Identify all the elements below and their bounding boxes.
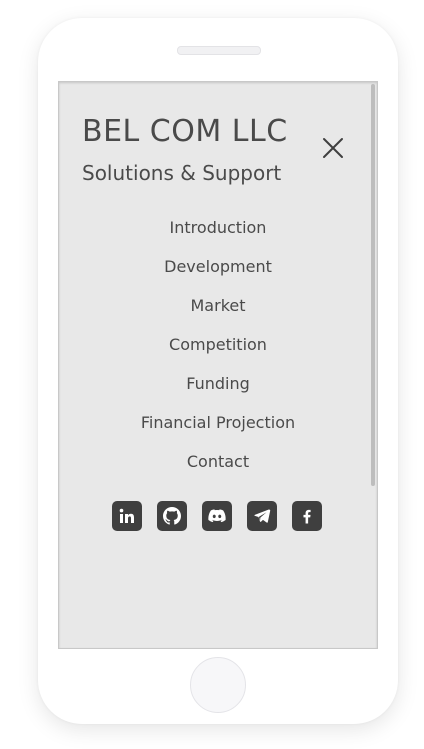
nav-item-contact[interactable]: Contact (59, 449, 377, 488)
facebook-button[interactable] (292, 501, 322, 531)
nav-menu: Introduction Development Market Competit… (59, 215, 377, 488)
discord-icon (208, 509, 226, 523)
nav-item-market[interactable]: Market (59, 293, 377, 332)
close-menu-button[interactable] (321, 136, 345, 160)
social-links (112, 501, 322, 531)
github-icon (163, 507, 181, 525)
telegram-icon (254, 509, 271, 523)
nav-item-funding[interactable]: Funding (59, 371, 377, 410)
nav-item-development[interactable]: Development (59, 254, 377, 293)
mobile-menu-overlay: BEL COM LLC Solutions & Support Introduc… (58, 81, 378, 649)
phone-speaker (177, 46, 261, 55)
home-button[interactable] (190, 657, 246, 713)
github-button[interactable] (157, 501, 187, 531)
nav-item-financial-projection[interactable]: Financial Projection (59, 410, 377, 449)
brand-tagline: Solutions & Support (82, 161, 282, 185)
nav-item-competition[interactable]: Competition (59, 332, 377, 371)
linkedin-button[interactable] (112, 501, 142, 531)
discord-button[interactable] (202, 501, 232, 531)
brand-title: BEL COM LLC (82, 114, 288, 149)
phone-frame: BEL COM LLC Solutions & Support Introduc… (38, 18, 398, 724)
nav-item-introduction[interactable]: Introduction (59, 215, 377, 254)
close-icon (323, 138, 343, 158)
linkedin-icon (119, 508, 134, 523)
telegram-button[interactable] (247, 501, 277, 531)
facebook-icon (303, 509, 311, 524)
